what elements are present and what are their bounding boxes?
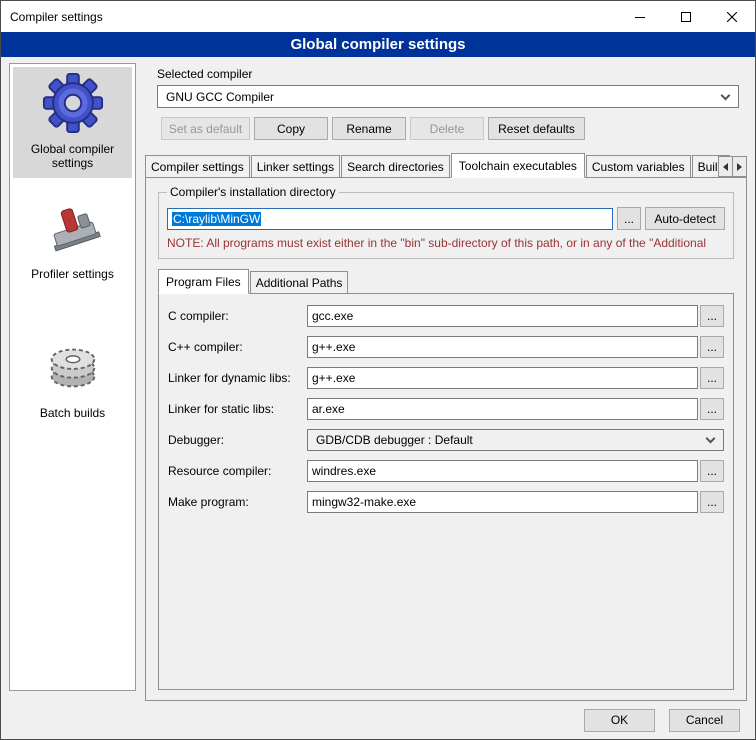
installation-directory-group: Compiler's installation directory C:\ray… [158,192,734,259]
form-row-make-program: Make program: ... [168,491,724,513]
compiler-settings-dialog: Compiler settings Global compiler settin… [0,0,756,740]
minimize-button[interactable] [617,1,663,32]
banner-title: Global compiler settings [290,36,465,53]
profiler-tool-icon [42,197,104,259]
selected-compiler-label: Selected compiler [157,67,735,81]
form-row-resource-compiler: Resource compiler: ... [168,460,724,482]
dialog-banner: Global compiler settings [1,32,755,57]
ok-button[interactable]: OK [584,709,655,732]
resource-compiler-input[interactable] [307,460,698,482]
static-linker-input[interactable] [307,398,698,420]
installation-directory-group-label: Compiler's installation directory [167,185,339,199]
toolchain-executables-panel: Compiler's installation directory C:\ray… [145,177,747,701]
tab-compiler-settings[interactable]: Compiler settings [145,155,250,177]
resource-compiler-browse-button[interactable]: ... [700,460,724,482]
settings-content: Selected compiler GNU GCC Compiler Set a… [145,63,747,701]
chevron-down-icon [721,90,731,100]
dialog-body: Global compiler settings Profiler settin… [1,57,755,701]
tab-toolchain-executables[interactable]: Toolchain executables [451,153,585,178]
dialog-footer: OK Cancel [1,701,755,739]
minimize-icon [635,12,645,22]
dynamic-linker-input[interactable] [307,367,698,389]
reset-defaults-button[interactable]: Reset defaults [488,117,585,140]
arrow-left-icon [723,163,728,171]
install-dir-note: NOTE: All programs must exist either in … [167,236,725,250]
sidebar-item-global-compiler-settings[interactable]: Global compiler settings [13,67,132,178]
resource-compiler-label: Resource compiler: [168,464,305,478]
cpp-compiler-label: C++ compiler: [168,340,305,354]
form-row-static-linker: Linker for static libs: ... [168,398,724,420]
dynamic-linker-label: Linker for dynamic libs: [168,371,305,385]
debugger-dropdown[interactable]: GDB/CDB debugger : Default [307,429,724,451]
window-title: Compiler settings [1,10,103,24]
set-as-default-button[interactable]: Set as default [161,117,250,140]
cpp-compiler-input[interactable] [307,336,698,358]
sidebar-item-label: Global compiler settings [15,142,130,170]
maximize-button[interactable] [663,1,709,32]
installation-directory-row: C:\raylib\MinGW ... Auto-detect [167,207,725,230]
tab-scroll-controls [718,156,747,177]
sidebar-item-label: Batch builds [40,406,105,420]
maximize-icon [681,12,691,22]
form-row-c-compiler: C compiler: ... [168,305,724,327]
make-program-browse-button[interactable]: ... [700,491,724,513]
dynamic-linker-browse-button[interactable]: ... [700,367,724,389]
c-compiler-label: C compiler: [168,309,305,323]
make-program-input[interactable] [307,491,698,513]
cancel-button[interactable]: Cancel [669,709,740,732]
tab-search-directories[interactable]: Search directories [341,155,450,177]
close-icon [727,12,737,22]
install-dir-input[interactable]: C:\raylib\MinGW [167,208,613,230]
executables-tabs: Program Files Additional Paths [158,268,734,293]
sidebar-item-batch-builds[interactable]: Batch builds [13,331,132,428]
blue-gear-icon [42,72,104,134]
tab-scroll-right-button[interactable] [732,156,747,177]
delete-button[interactable]: Delete [410,117,484,140]
sidebar-item-label: Profiler settings [31,267,114,281]
selected-compiler-dropdown[interactable]: GNU GCC Compiler [157,85,739,108]
sidebar-item-profiler-settings[interactable]: Profiler settings [13,192,132,289]
stacked-gears-icon [42,336,104,398]
copy-button[interactable]: Copy [254,117,328,140]
settings-tabbar: Compiler settings Linker settings Search… [145,152,747,177]
tab-scroll-left-button[interactable] [718,156,733,177]
form-row-dynamic-linker: Linker for dynamic libs: ... [168,367,724,389]
c-compiler-browse-button[interactable]: ... [700,305,724,327]
executables-tabbar: Program Files Additional Paths [158,268,734,293]
window-controls [617,1,755,32]
auto-detect-button[interactable]: Auto-detect [645,207,725,230]
selected-compiler-value: GNU GCC Compiler [166,90,274,104]
rename-button[interactable]: Rename [332,117,406,140]
chevron-down-icon [706,434,716,444]
debugger-value: GDB/CDB debugger : Default [316,433,473,447]
install-dir-browse-button[interactable]: ... [617,207,641,230]
program-files-panel: C compiler: ... C++ compiler: ... Linker… [158,293,734,690]
install-dir-selected-text: C:\raylib\MinGW [172,212,261,226]
close-button[interactable] [709,1,755,32]
c-compiler-input[interactable] [307,305,698,327]
tab-linker-settings[interactable]: Linker settings [251,155,340,177]
form-row-debugger: Debugger: GDB/CDB debugger : Default [168,429,724,451]
settings-category-list: Global compiler settings Profiler settin… [9,63,136,691]
static-linker-label: Linker for static libs: [168,402,305,416]
subtab-program-files[interactable]: Program Files [158,269,249,294]
tab-custom-variables[interactable]: Custom variables [586,155,691,177]
settings-tabs: Compiler settings Linker settings Search… [145,152,716,177]
static-linker-browse-button[interactable]: ... [700,398,724,420]
arrow-right-icon [737,163,742,171]
debugger-label: Debugger: [168,433,305,447]
titlebar[interactable]: Compiler settings [1,1,755,32]
compiler-actions-row: Set as default Copy Rename Delete Reset … [157,117,739,140]
make-program-label: Make program: [168,495,305,509]
cpp-compiler-browse-button[interactable]: ... [700,336,724,358]
subtab-additional-paths[interactable]: Additional Paths [250,271,349,293]
form-row-cpp-compiler: C++ compiler: ... [168,336,724,358]
